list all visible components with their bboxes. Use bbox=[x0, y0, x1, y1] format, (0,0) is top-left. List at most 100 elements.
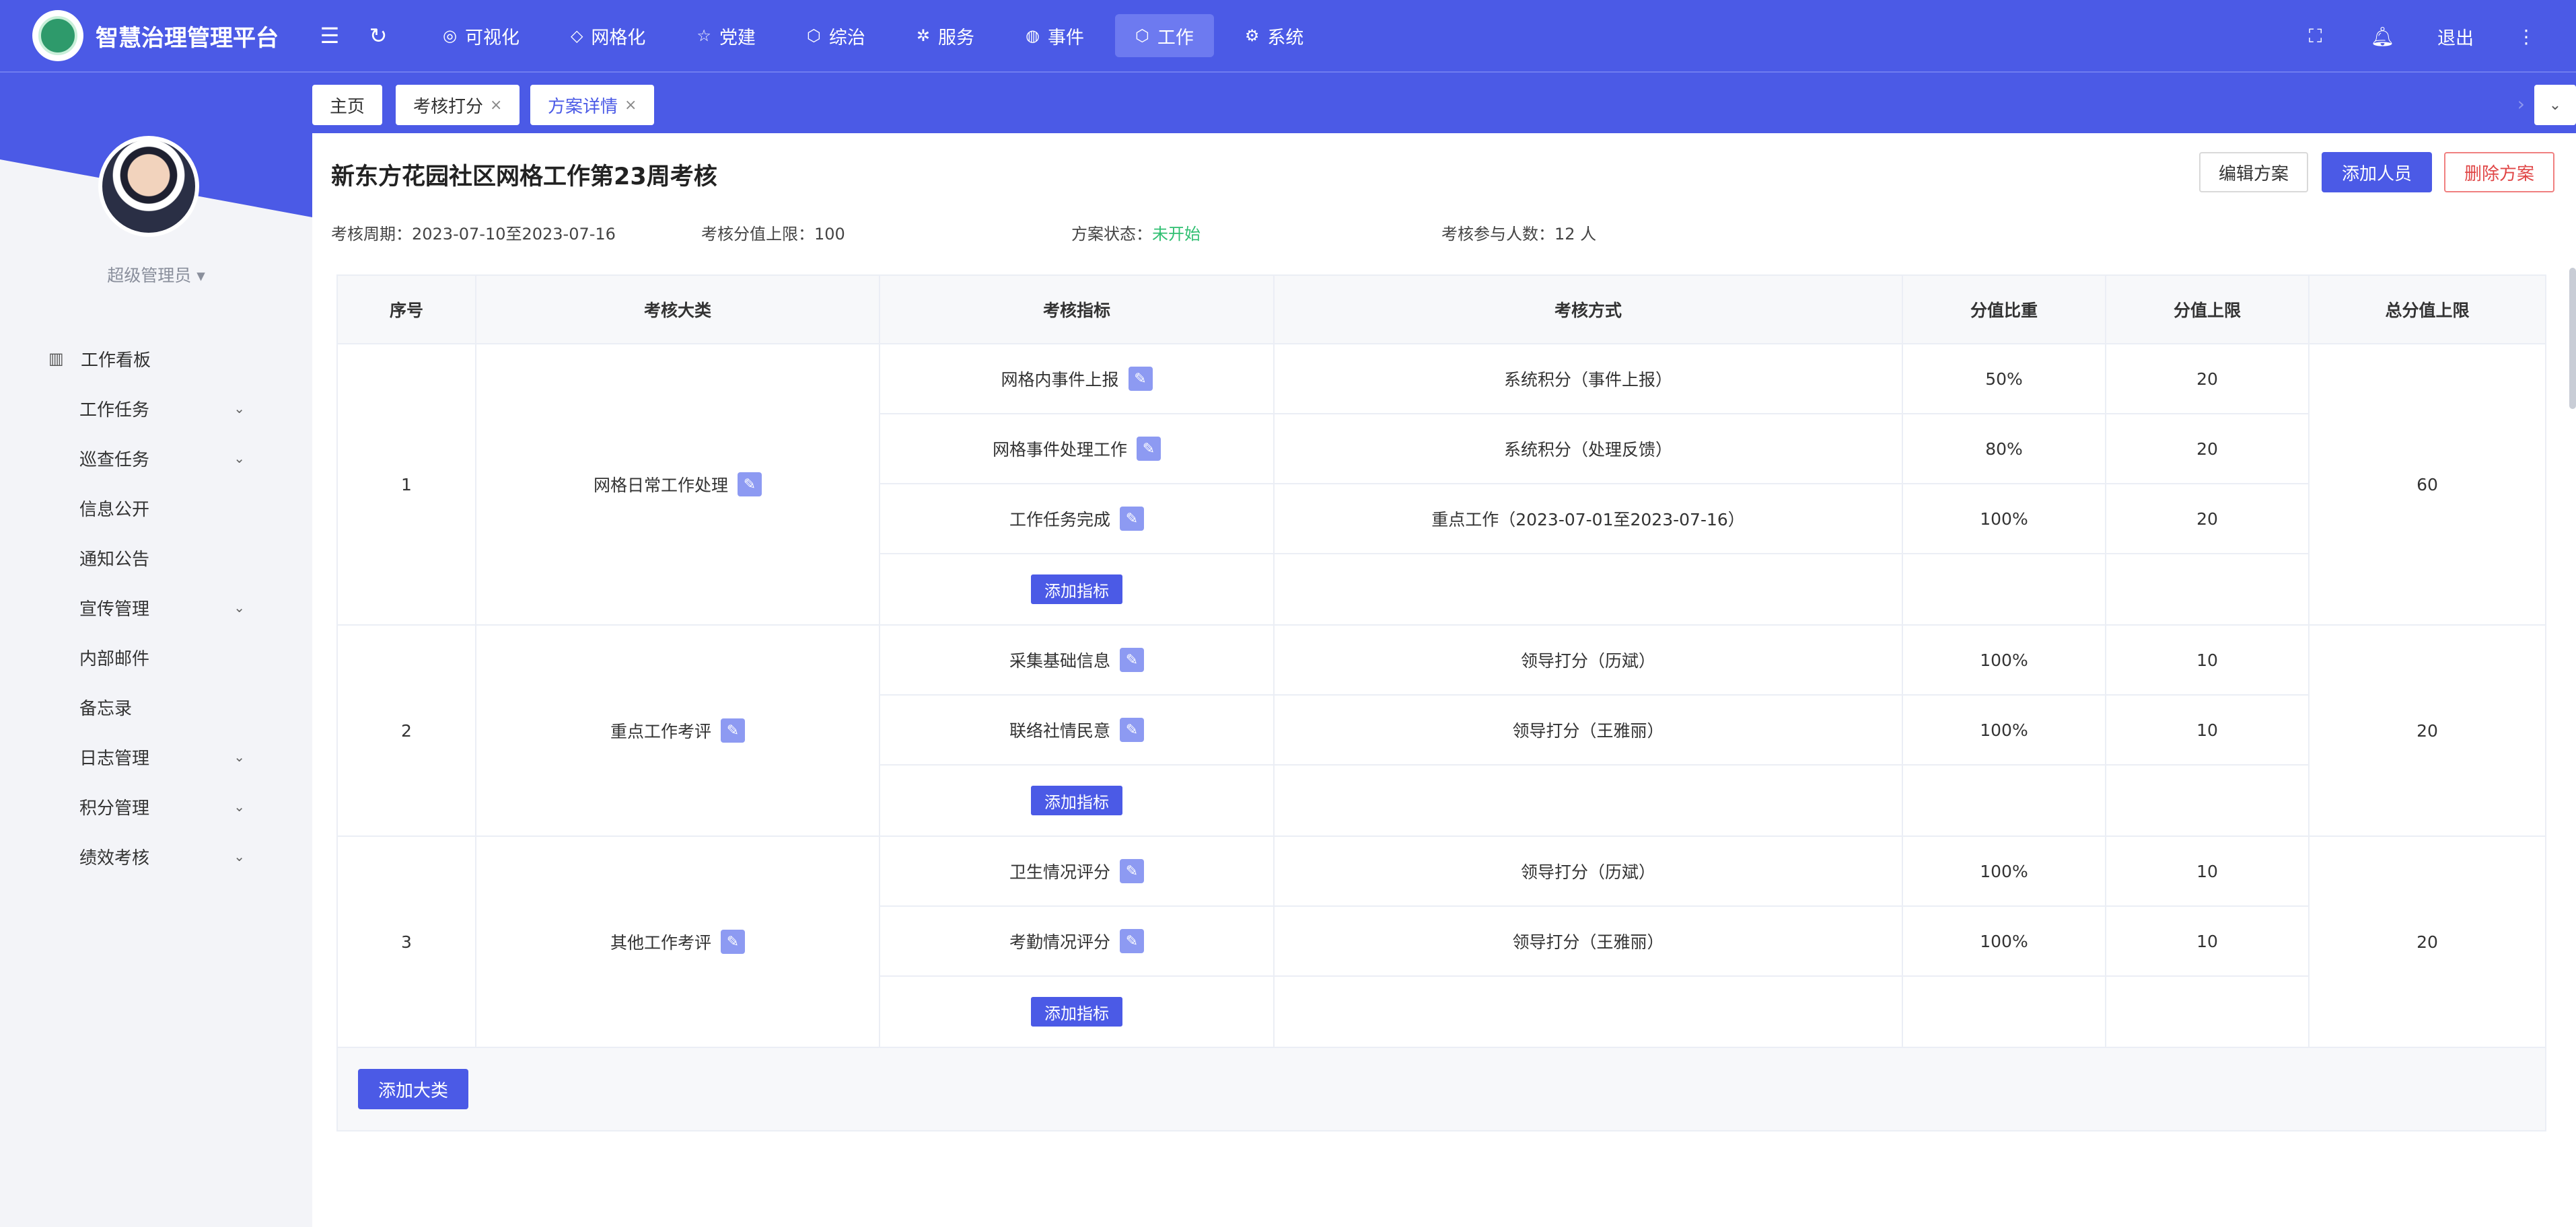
nav-item-2[interactable]: ☆ 党建 bbox=[676, 14, 776, 57]
category-name: 其他工作考评 bbox=[610, 933, 711, 953]
add-indicator-row: 添加指标 bbox=[880, 554, 2310, 624]
indicator-cell: 采集基础信息 ✎ bbox=[880, 626, 1275, 694]
user-role-dropdown[interactable]: 超级管理员 ▾ bbox=[0, 262, 312, 287]
table-row: 工作任务完成 ✎ 重点工作（2023-07-01至2023-07-16） 100% 20 bbox=[880, 484, 2310, 554]
close-icon[interactable]: × bbox=[624, 97, 637, 114]
table-row-group: 2 重点工作考评 ✎ 采集基础信息 ✎ 领导打分（历斌） 100% 10 联络社情民意 ✎ 领导打分… bbox=[338, 626, 2545, 837]
app-title: 智慧治理管理平台 bbox=[96, 24, 279, 52]
tags-dropdown-button[interactable]: ⌄ bbox=[2534, 85, 2576, 125]
edit-icon[interactable]: ✎ bbox=[1120, 718, 1144, 742]
column-header: 分值上限 bbox=[2106, 276, 2310, 343]
edit-icon[interactable]: ✎ bbox=[721, 718, 745, 743]
sidebar-item-label: 工作看板 bbox=[81, 350, 151, 371]
sidebar-item-10[interactable]: 绩效考核 ⌄ bbox=[0, 831, 312, 881]
limit-cell: 10 bbox=[2106, 696, 2310, 764]
table-row: 考勤情况评分 ✎ 领导打分（王雅丽） 100% 10 bbox=[880, 907, 2310, 977]
fullscreen-icon[interactable]: ⛶ bbox=[2309, 25, 2322, 48]
nav-item-label: 网格化 bbox=[591, 27, 646, 48]
nav-item-4[interactable]: ✲ 服务 bbox=[896, 14, 995, 57]
indicator-name: 卫生情况评分 bbox=[1009, 862, 1110, 882]
star-icon: ☆ bbox=[696, 26, 711, 45]
edit-icon[interactable]: ✎ bbox=[1120, 648, 1144, 672]
bell-icon[interactable]: 🔔︎ bbox=[2370, 26, 2394, 48]
table-row: 采集基础信息 ✎ 领导打分（历斌） 100% 10 bbox=[880, 626, 2310, 696]
edit-icon[interactable]: ✎ bbox=[738, 472, 762, 496]
nav-item-3[interactable]: ⬡ 综治 bbox=[787, 14, 886, 57]
logout-button[interactable]: 退出 bbox=[2437, 24, 2474, 50]
edit-icon[interactable]: ✎ bbox=[1137, 437, 1161, 461]
method-cell: 领导打分（王雅丽） bbox=[1275, 907, 1903, 975]
tab-2[interactable]: 方案详情 × bbox=[530, 85, 655, 125]
add-indicator-button[interactable]: 添加指标 bbox=[1031, 574, 1122, 604]
edit-icon[interactable]: ✎ bbox=[721, 930, 745, 954]
sidebar-item-2[interactable]: 巡查任务 ⌄ bbox=[0, 433, 312, 483]
edit-icon[interactable]: ✎ bbox=[1120, 859, 1144, 883]
add-category-button[interactable]: 添加大类 bbox=[358, 1069, 468, 1109]
scroll-right-icon[interactable]: › bbox=[2517, 93, 2525, 115]
sidebar-item-9[interactable]: 积分管理 ⌄ bbox=[0, 782, 312, 831]
nav-item-label: 事件 bbox=[1047, 27, 1084, 48]
bar-chart-icon: ▥ bbox=[48, 349, 64, 368]
page-title: 新东方花园社区网格工作第23周考核 bbox=[331, 163, 717, 190]
indicator-rows: 网格内事件上报 ✎ 系统积分（事件上报） 50% 20 网格事件处理工作 ✎ 系统积分（处理反… bbox=[880, 344, 2310, 624]
limit-cell: 20 bbox=[2106, 414, 2310, 483]
sidebar-item-8[interactable]: 日志管理 ⌄ bbox=[0, 732, 312, 782]
nav-item-label: 工作 bbox=[1157, 27, 1194, 48]
gear-icon: ⚙ bbox=[1244, 26, 1260, 45]
nav-item-0[interactable]: ◎ 可视化 bbox=[423, 14, 540, 57]
top-navbar: 智慧治理管理平台 ☰ ↻ ◎ 可视化 ◇ 网格化 ☆ 党建 ⬡ 综治 ✲ 服务 ◍ 事件 ⬡ 工作 ⚙ 系统 … bbox=[0, 0, 2576, 73]
sidebar-item-6[interactable]: 内部邮件 bbox=[0, 632, 312, 682]
collapse-menu-icon[interactable]: ☰ bbox=[306, 23, 354, 48]
nav-item-7[interactable]: ⚙ 系统 bbox=[1225, 14, 1324, 57]
location-pin-icon: ◍ bbox=[1026, 26, 1040, 45]
add-person-button[interactable]: 添加人员 bbox=[2322, 152, 2432, 192]
sidebar-item-3[interactable]: 信息公开 bbox=[0, 483, 312, 533]
edit-icon[interactable]: ✎ bbox=[1120, 929, 1144, 953]
avatar[interactable] bbox=[98, 136, 199, 237]
add-indicator-button[interactable]: 添加指标 bbox=[1031, 786, 1122, 815]
limit-cell: 10 bbox=[2106, 837, 2310, 905]
nav-item-1[interactable]: ◇ 网格化 bbox=[550, 14, 666, 57]
sidebar-item-1[interactable]: 工作任务 ⌄ bbox=[0, 383, 312, 433]
scrollbar[interactable] bbox=[2569, 268, 2576, 409]
column-header: 考核方式 bbox=[1275, 276, 1903, 343]
ratio-cell: 100% bbox=[1903, 907, 2106, 975]
delete-plan-button[interactable]: 删除方案 bbox=[2444, 152, 2554, 192]
ratio-cell: 100% bbox=[1903, 484, 2106, 553]
sidebar-item-7[interactable]: 备忘录 bbox=[0, 682, 312, 732]
tab-0[interactable]: 主页 bbox=[312, 85, 383, 125]
sidebar-item-label: 日志管理 bbox=[79, 748, 150, 769]
more-vertical-icon[interactable]: ⋮ bbox=[2517, 26, 2536, 48]
nav-item-6[interactable]: ⬡ 工作 bbox=[1114, 14, 1214, 57]
refresh-icon[interactable]: ↻ bbox=[354, 23, 402, 48]
top-nav: ◎ 可视化 ◇ 网格化 ☆ 党建 ⬡ 综治 ✲ 服务 ◍ 事件 ⬡ 工作 ⚙ 系统 bbox=[423, 14, 1334, 57]
edit-icon[interactable]: ✎ bbox=[1128, 367, 1153, 391]
category-cell: 网格日常工作处理 ✎ bbox=[476, 344, 880, 624]
close-icon[interactable]: × bbox=[490, 97, 502, 114]
row-number: 1 bbox=[338, 344, 476, 624]
table-row-group: 3 其他工作考评 ✎ 卫生情况评分 ✎ 领导打分（历斌） 100% 10 考勤情况评分 ✎ 领导打分… bbox=[338, 837, 2545, 1048]
empty-cell bbox=[1275, 554, 1903, 624]
ratio-cell: 50% bbox=[1903, 344, 2106, 413]
method-cell: 系统积分（处理反馈） bbox=[1275, 414, 1903, 483]
add-indicator-button[interactable]: 添加指标 bbox=[1031, 997, 1122, 1027]
table-row: 网格内事件上报 ✎ 系统积分（事件上报） 50% 20 bbox=[880, 344, 2310, 414]
edit-icon[interactable]: ✎ bbox=[1120, 507, 1144, 531]
sidebar-item-4[interactable]: 通知公告 bbox=[0, 533, 312, 583]
empty-cell bbox=[2106, 554, 2310, 624]
sidebar-item-5[interactable]: 宣传管理 ⌄ bbox=[0, 583, 312, 632]
sidebar-item-label: 工作任务 bbox=[79, 400, 150, 420]
chevron-down-icon: ⌄ bbox=[234, 798, 245, 815]
limit-cell: 20 bbox=[2106, 484, 2310, 553]
chevron-down-icon: ⌄ bbox=[2548, 96, 2562, 114]
tab-1[interactable]: 考核打分 × bbox=[396, 85, 520, 125]
assessment-table: 序号 考核大类 考核指标 考核方式 分值比重 分值上限 总分值上限 1 网格日常工作处理 ✎ 网格… bbox=[336, 274, 2546, 1131]
edit-plan-button[interactable]: 编辑方案 bbox=[2199, 152, 2308, 192]
nav-item-label: 综治 bbox=[828, 27, 865, 48]
row-number: 3 bbox=[338, 837, 476, 1047]
method-cell: 系统积分（事件上报） bbox=[1275, 344, 1903, 413]
chevron-down-icon: ⌄ bbox=[234, 749, 245, 765]
nav-item-5[interactable]: ◍ 事件 bbox=[1005, 14, 1104, 57]
sidebar-item-0[interactable]: ▥ 工作看板 bbox=[0, 334, 312, 383]
nav-item-label: 服务 bbox=[938, 27, 974, 48]
